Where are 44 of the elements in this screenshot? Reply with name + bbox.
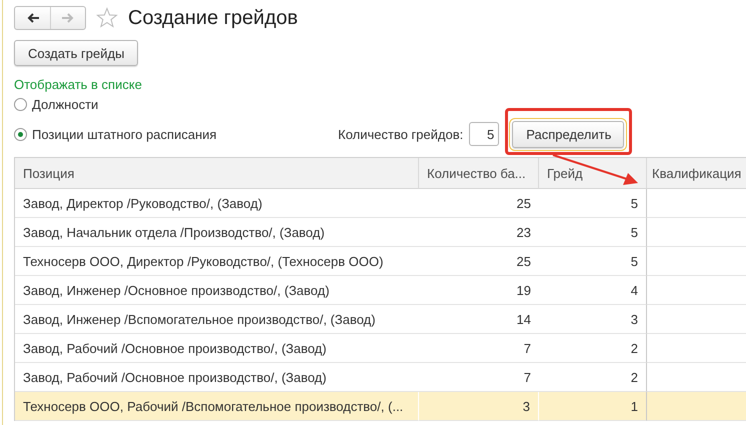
table-row[interactable]: Техносерв ООО, Рабочий /Вспомогательное производство/, (... 3 1: [15, 392, 746, 421]
table-cell: 5: [539, 218, 647, 247]
window-title: Создание грейдов: [128, 6, 298, 30]
table-row[interactable]: Завод, Инженер /Вспомогательное производство/, (Завод) 14 3: [15, 305, 746, 334]
table-cell: 3: [539, 305, 647, 334]
table-row[interactable]: Завод, Начальник отдела /Производство/, (Завод) 23 5: [15, 218, 746, 247]
radio-label[interactable]: Должности: [32, 96, 98, 112]
create-grades-button[interactable]: Создать грейды: [14, 40, 138, 66]
table-cell: 7: [419, 334, 539, 363]
table-row[interactable]: Завод, Директор /Руководство/, (Завод) 25 5: [15, 189, 746, 218]
table-cell: Завод, Инженер /Вспомогательное производство/, (Завод): [15, 305, 419, 334]
table-cell: Завод, Начальник отдела /Производство/, (Завод): [15, 218, 419, 247]
table-row[interactable]: Завод, Инженер /Основное производство/, (Завод) 19 4: [15, 276, 746, 305]
table-cell: 2: [539, 334, 647, 363]
table-cell: 5: [539, 247, 647, 276]
table-row[interactable]: Завод, Рабочий /Основное производство/, (Завод) 7 2: [15, 334, 746, 363]
table-cell: Завод, Директор /Руководство/, (Завод): [15, 189, 419, 218]
radio-button[interactable]: [14, 98, 27, 110]
table-cell: Завод, Рабочий /Основное производство/, (Завод): [15, 334, 419, 363]
right-arrow-icon: [61, 11, 75, 25]
table-cell: 25: [419, 247, 539, 276]
column-header[interactable]: Позиция: [15, 158, 419, 189]
left-arrow-icon: [26, 11, 40, 25]
table-cell: 1: [539, 392, 647, 421]
table-row[interactable]: Техносерв ООО, Директор /Руководство/, (Техносерв ООО) 25 5: [15, 247, 746, 276]
table-cell: 14: [419, 305, 539, 334]
table-cell: 23: [419, 218, 539, 247]
radio-button[interactable]: [14, 128, 27, 140]
table-cell: 25: [419, 189, 539, 218]
radio-label[interactable]: Позиции штатного расписания: [32, 126, 217, 142]
star-icon[interactable]: [96, 7, 118, 29]
column-header[interactable]: Квалификация: [647, 158, 746, 189]
table-cell: 19: [419, 276, 539, 305]
table-cell: Завод, Инженер /Основное производство/, (Завод): [15, 276, 419, 305]
grade-count-field[interactable]: 5: [469, 122, 500, 146]
field-label: Количество грейдов:: [338, 126, 464, 142]
table-cell: 4: [539, 276, 647, 305]
table-cell: 3: [419, 392, 539, 421]
column-header[interactable]: Грейд: [539, 158, 647, 189]
group-label: Отображать в списке: [14, 77, 143, 93]
table-cell: Техносерв ООО, Директор /Руководство/, (Техносерв ООО): [15, 247, 419, 276]
table-cell: Техносерв ООО, Рабочий /Вспомогательное производство/, (...: [15, 392, 419, 421]
table-cell: 5: [539, 189, 647, 218]
column-header[interactable]: Количество ба...: [419, 158, 539, 189]
